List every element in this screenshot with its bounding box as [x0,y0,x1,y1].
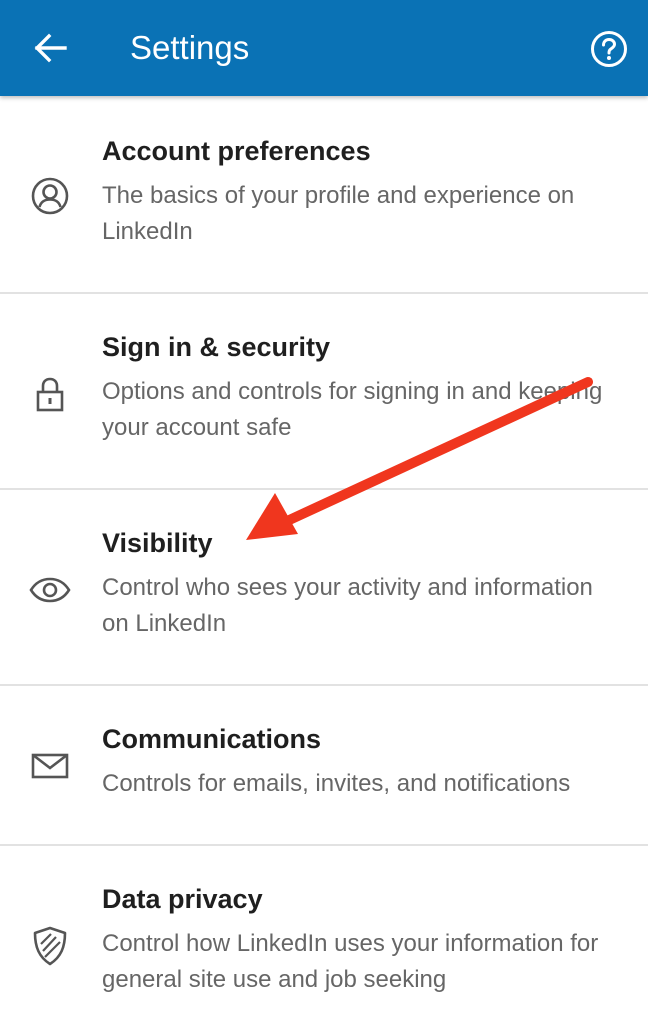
lock-icon [28,372,72,416]
item-description: Options and controls for signing in and … [102,378,603,441]
back-button[interactable] [24,22,76,74]
shield-icon [28,924,72,968]
item-title: Visibility [102,528,213,558]
page-title: Settings [130,29,250,66]
eye-icon [28,568,72,612]
settings-item-account-preferences[interactable]: Account preferences The basics of your p… [0,96,648,294]
settings-item-sign-in-security[interactable]: Sign in & security Options and controls … [0,294,648,490]
item-description: Control how LinkedIn uses your informati… [102,930,599,993]
settings-item-data-privacy[interactable]: Data privacy Control how LinkedIn uses y… [0,846,648,1024]
settings-screen: Settings Account preferences The basics … [0,0,648,1024]
item-title: Sign in & security [102,332,331,362]
help-button[interactable] [586,26,632,72]
settings-item-visibility[interactable]: Visibility Control who sees your activit… [0,490,648,686]
settings-list: Account preferences The basics of your p… [0,96,648,1024]
item-title: Data privacy [102,884,263,914]
profile-circle-icon [28,174,72,218]
help-circle-icon [591,31,627,67]
envelope-icon [28,744,72,788]
item-description: Controls for emails, invites, and notifi… [102,770,571,797]
item-title: Communications [102,724,322,754]
item-title: Account preferences [102,136,371,166]
app-header: Settings [0,0,648,96]
item-description: Control who sees your activity and infor… [102,574,593,637]
item-description: The basics of your profile and experienc… [102,182,575,245]
settings-item-communications[interactable]: Communications Controls for emails, invi… [0,686,648,846]
arrow-left-icon [34,33,67,63]
